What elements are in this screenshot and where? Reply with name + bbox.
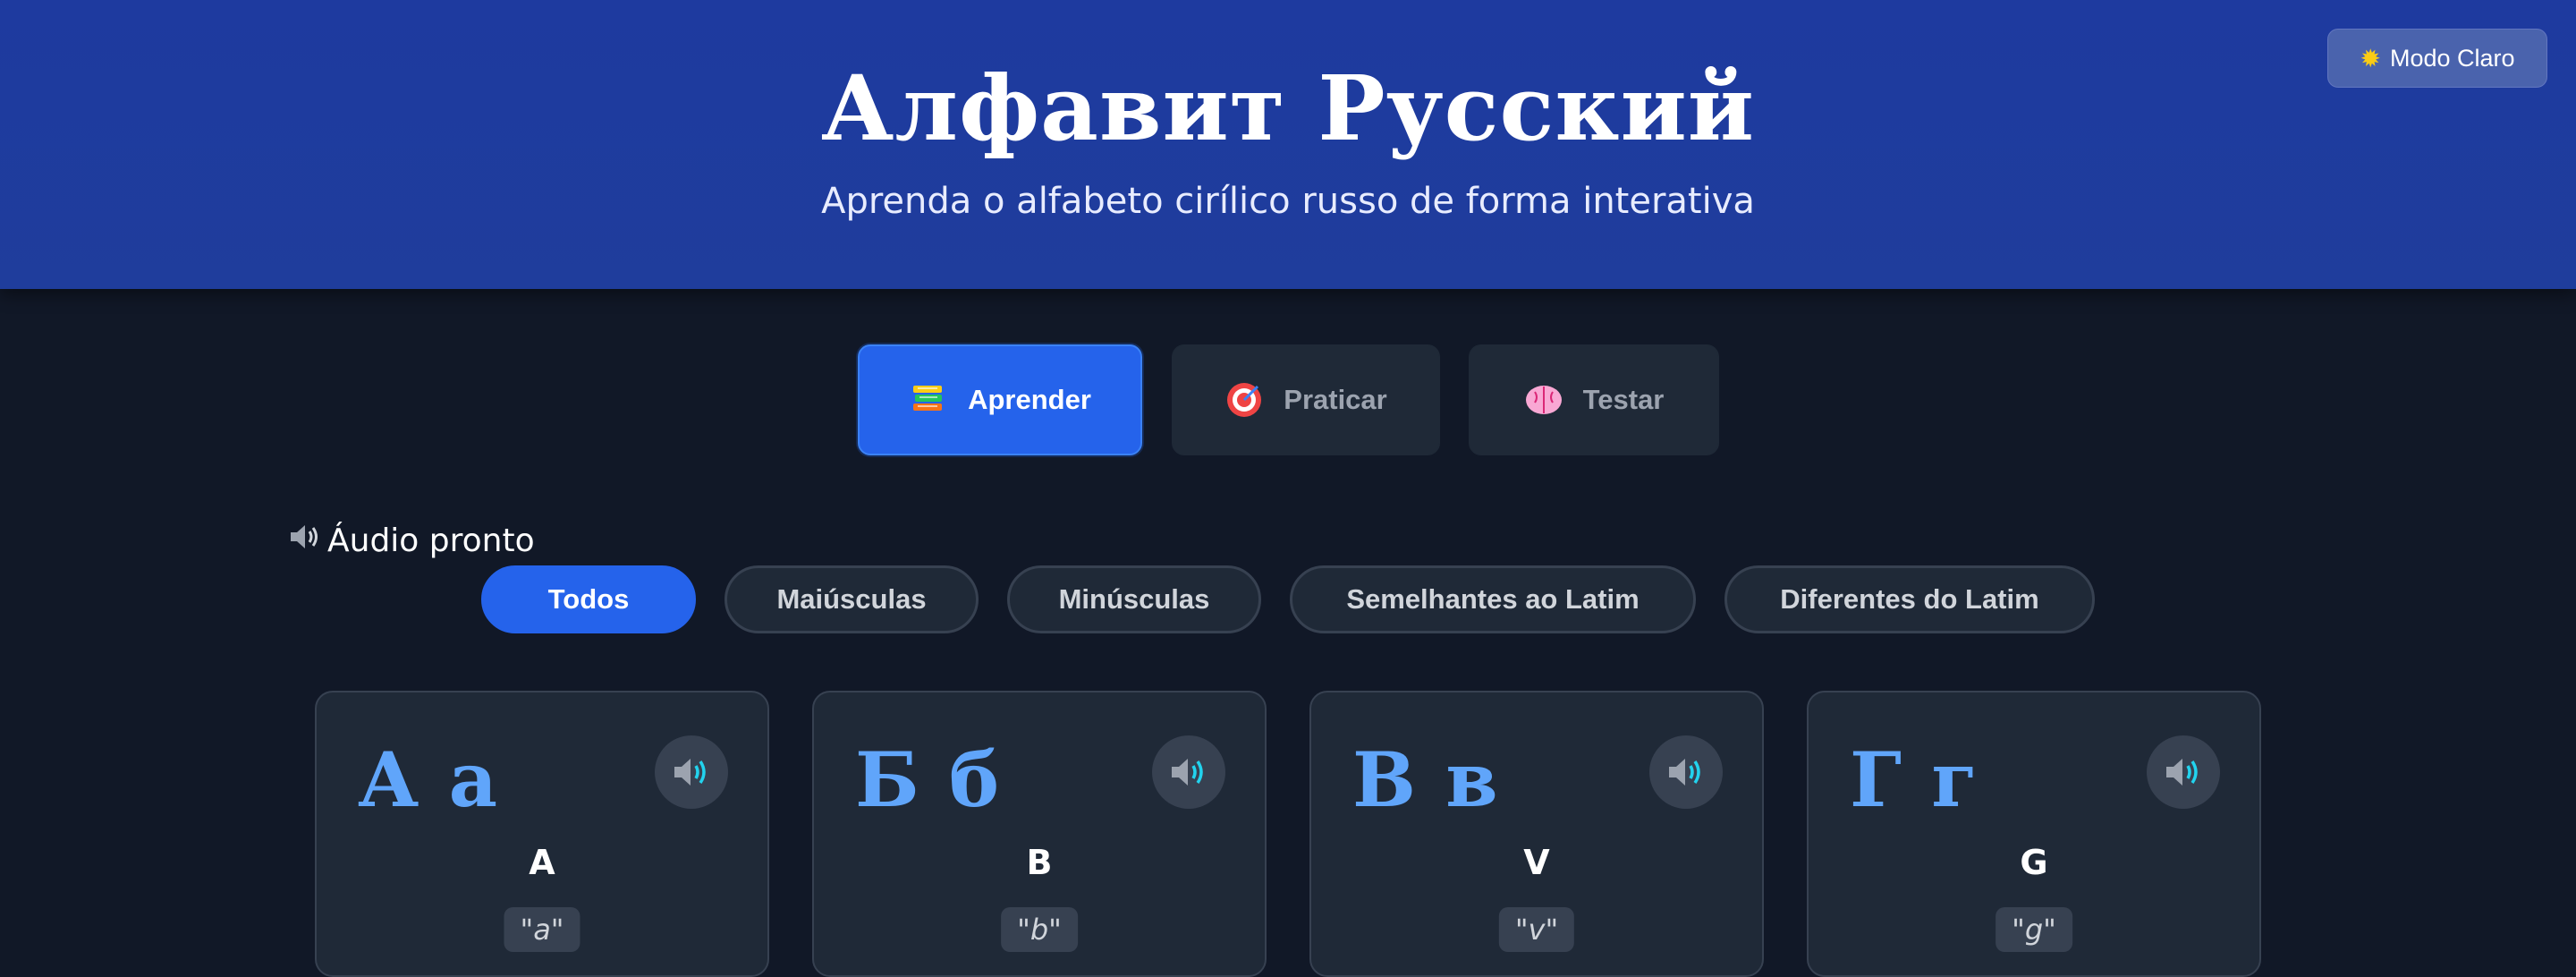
letter-card[interactable]: Г г G "g" — [1807, 691, 2261, 977]
theme-toggle-label: Modo Claro — [2389, 44, 2515, 72]
play-audio-button[interactable] — [655, 735, 728, 809]
filter-all-button[interactable]: Todos — [481, 565, 696, 633]
play-audio-button[interactable] — [1152, 735, 1225, 809]
pronunciation: "g" — [1996, 907, 2072, 952]
header: Алфавит Русский Aprenda o alfabeto ciríl… — [0, 0, 2576, 289]
filter-similar-latin-button[interactable]: Semelhantes ao Latim — [1290, 565, 1696, 633]
speaker-icon — [1669, 759, 1700, 786]
letter-name: B — [1026, 843, 1053, 882]
page-subtitle: Aprenda o alfabeto cirílico russo de for… — [821, 181, 1755, 222]
mode-practice-button[interactable]: Praticar — [1172, 344, 1440, 455]
theme-toggle-button[interactable]: ✹ Modo Claro — [2327, 29, 2547, 88]
mode-practice-label: Praticar — [1284, 384, 1387, 415]
mode-learn-button[interactable]: Aprender — [858, 344, 1142, 455]
speaker-icon — [2166, 759, 2198, 786]
play-audio-button[interactable] — [1649, 735, 1723, 809]
letter-card[interactable]: А а A "a" — [315, 691, 769, 977]
letter-name: A — [529, 843, 555, 882]
letter-card[interactable]: В в V "v" — [1309, 691, 1764, 977]
letter-card[interactable]: Б б B "b" — [812, 691, 1267, 977]
filter-different-latin-button[interactable]: Diferentes do Latim — [1724, 565, 2095, 633]
cyrillic-letter: Б б — [855, 735, 1002, 824]
mode-learn-label: Aprender — [968, 384, 1091, 415]
audio-status-label: Áudio pronto — [327, 522, 535, 559]
pronunciation: "b" — [1001, 907, 1078, 952]
speaker-icon — [288, 522, 322, 560]
books-icon — [909, 380, 948, 420]
brain-icon — [1524, 380, 1563, 420]
target-icon — [1224, 380, 1264, 420]
mode-test-button[interactable]: Testar — [1469, 344, 1719, 455]
audio-status: Áudio pronto — [288, 519, 535, 562]
page-title: Алфавит Русский — [821, 55, 1755, 161]
speaker-icon — [674, 759, 706, 786]
letter-name: V — [1523, 843, 1550, 882]
play-audio-button[interactable] — [2147, 735, 2220, 809]
speaker-icon — [1172, 759, 1203, 786]
mode-test-label: Testar — [1582, 384, 1665, 415]
cyrillic-letter: В в — [1352, 735, 1500, 824]
pronunciation: "a" — [504, 907, 580, 952]
filter-uppercase-button[interactable]: Maiúsculas — [724, 565, 979, 633]
sun-icon: ✹ — [2360, 44, 2381, 72]
pronunciation: "v" — [1498, 907, 1575, 952]
cyrillic-letter: Г г — [1850, 735, 1979, 824]
letter-name: G — [2020, 843, 2048, 882]
filter-lowercase-button[interactable]: Minúsculas — [1007, 565, 1261, 633]
cyrillic-letter: А а — [358, 735, 500, 824]
